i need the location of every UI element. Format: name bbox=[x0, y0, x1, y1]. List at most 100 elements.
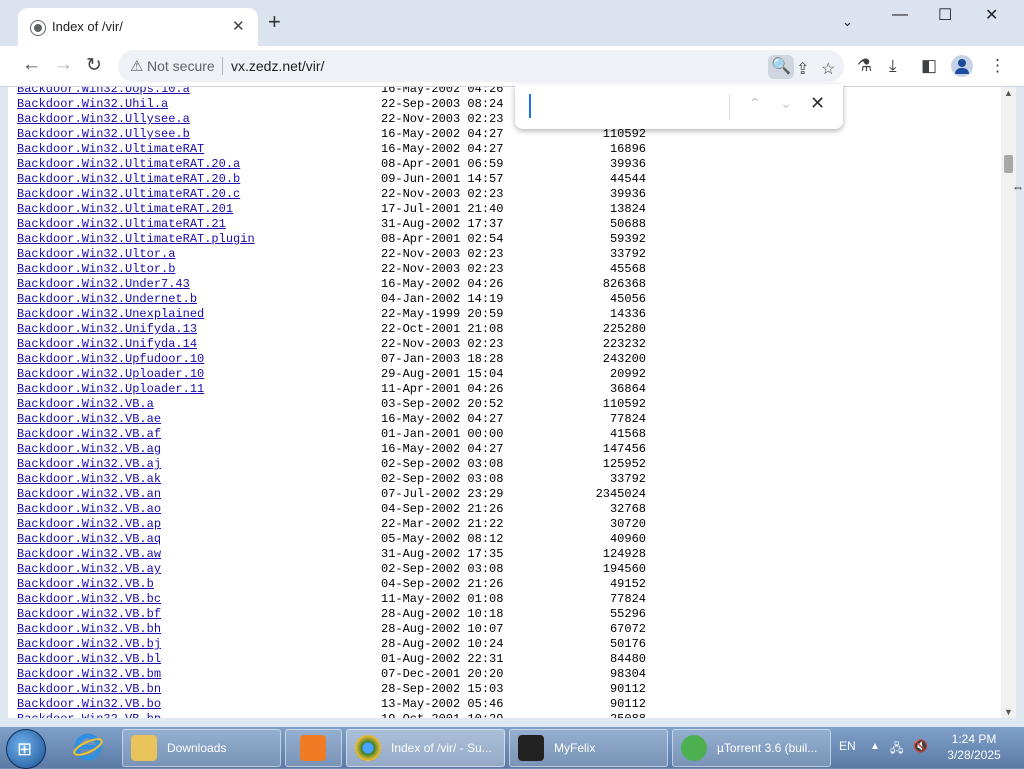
file-link[interactable]: Backdoor.Win32.Undernet.b bbox=[17, 292, 197, 307]
file-link[interactable]: Backdoor.Win32.VB.bc bbox=[17, 592, 161, 607]
file-link[interactable]: Backdoor.Win32.VB.aq bbox=[17, 532, 161, 547]
listing-row: Backdoor.Win32.Ullysee.b 16-May-2002 04:2… bbox=[17, 127, 997, 142]
file-link[interactable]: Backdoor.Win32.UltimateRAT.20.c bbox=[17, 187, 240, 202]
file-link[interactable]: Backdoor.Win32.VB.bl bbox=[17, 652, 161, 667]
file-link[interactable]: Backdoor.Win32.VB.bp bbox=[17, 712, 161, 718]
file-link[interactable]: Backdoor.Win32.VB.bf bbox=[17, 607, 161, 622]
find-divider bbox=[729, 94, 730, 120]
find-previous-icon[interactable]: ⌃ bbox=[749, 95, 761, 112]
maximize-button[interactable]: ☐ bbox=[938, 5, 952, 25]
internet-explorer-icon[interactable] bbox=[72, 731, 104, 763]
file-size: 194560 bbox=[602, 562, 646, 576]
file-link[interactable]: Backdoor.Win32.VB.aj bbox=[17, 457, 161, 472]
tray-expand-icon[interactable]: ▲ bbox=[870, 741, 880, 752]
tab-close-icon[interactable]: ✕ bbox=[232, 17, 245, 35]
file-link[interactable]: Backdoor.Win32.VB.af bbox=[17, 427, 161, 442]
taskbar-item-chrome[interactable]: Index of /vir/ - Su... bbox=[346, 729, 505, 767]
file-link[interactable]: Backdoor.Win32.VB.a bbox=[17, 397, 154, 412]
file-link[interactable]: Backdoor.Win32.Unifyda.13 bbox=[17, 322, 197, 337]
file-link[interactable]: Backdoor.Win32.Unifyda.14 bbox=[17, 337, 197, 352]
file-size: 49152 bbox=[609, 577, 646, 591]
scroll-up-arrow-icon[interactable]: ▲ bbox=[1004, 88, 1013, 98]
download-icon[interactable]: ⤓ bbox=[889, 56, 897, 76]
profile-avatar[interactable] bbox=[951, 55, 973, 77]
browser-toolbar: ← → ↻ ⚠ Not secure vx.zedz.net/vir/ 🔍 ⇪ … bbox=[0, 46, 1024, 87]
new-tab-button[interactable]: + bbox=[268, 11, 281, 33]
file-date: 07-Jan-2003 18:28 bbox=[381, 352, 504, 366]
network-icon[interactable]: 🖧 bbox=[890, 739, 903, 760]
system-clock[interactable]: 1:24 PM 3/28/2025 bbox=[944, 731, 1004, 763]
listing-row: Backdoor.Win32.Unifyda.14 22-Nov-2003 02:… bbox=[17, 337, 997, 352]
file-link[interactable]: Backdoor.Win32.VB.bo bbox=[17, 697, 161, 712]
file-link[interactable]: Backdoor.Win32.Ullysee.a bbox=[17, 112, 190, 127]
file-link[interactable]: Backdoor.Win32.UltimateRAT.21 bbox=[17, 217, 226, 232]
file-link[interactable]: Backdoor.Win32.Uhil.a bbox=[17, 97, 168, 112]
file-link[interactable]: Backdoor.Win32.Ultor.b bbox=[17, 262, 175, 277]
taskbar-item-downloads[interactable]: Downloads bbox=[122, 729, 281, 767]
tab-search-icon[interactable]: ⌄ bbox=[842, 14, 853, 30]
file-link[interactable]: Backdoor.Win32.Ullysee.b bbox=[17, 127, 190, 142]
scrollbar-thumb[interactable] bbox=[1004, 155, 1013, 173]
close-window-button[interactable]: ✕ bbox=[985, 5, 998, 25]
file-link[interactable]: Backdoor.Win32.VB.ap bbox=[17, 517, 161, 532]
address-bar[interactable]: ⚠ Not secure vx.zedz.net/vir/ 🔍 ⇪ ☆ bbox=[118, 50, 844, 82]
file-link[interactable]: Backdoor.Win32.VB.bj bbox=[17, 637, 161, 652]
file-link[interactable]: Backdoor.Win32.VB.bh bbox=[17, 622, 161, 637]
file-size: 243200 bbox=[602, 352, 646, 366]
find-input[interactable] bbox=[529, 94, 727, 118]
taskbar-item-utorrent[interactable]: µTorrent 3.6 (buil... bbox=[672, 729, 831, 767]
listing-row: Backdoor.Win32.Ultor.a 22-Nov-2003 02:23 3… bbox=[17, 247, 997, 262]
file-link[interactable]: Backdoor.Win32.UltimateRAT bbox=[17, 142, 204, 157]
file-link[interactable]: Backdoor.Win32.UltimateRAT.20.b bbox=[17, 172, 240, 187]
side-panel-icon[interactable]: ◧ bbox=[921, 56, 937, 76]
minimize-button[interactable]: — bbox=[892, 6, 908, 24]
file-link[interactable]: Backdoor.Win32.VB.bm bbox=[17, 667, 161, 682]
find-in-page-icon[interactable]: 🔍 bbox=[768, 55, 794, 79]
file-link[interactable]: Backdoor.Win32.VB.ao bbox=[17, 502, 161, 517]
taskbar-item-myfelix[interactable]: MyFelix bbox=[509, 729, 668, 767]
file-link[interactable]: Backdoor.Win32.Uops.10.a bbox=[17, 87, 190, 97]
language-indicator[interactable]: EN bbox=[839, 739, 856, 753]
start-button[interactable]: ⊞ bbox=[6, 729, 46, 769]
back-button[interactable]: ← bbox=[22, 54, 41, 76]
menu-kebab-icon[interactable]: ⋮ bbox=[989, 56, 1006, 76]
volume-muted-icon[interactable]: 🔇 bbox=[913, 739, 928, 753]
share-icon[interactable]: ⇪ bbox=[796, 59, 809, 79]
file-link[interactable]: Backdoor.Win32.VB.an bbox=[17, 487, 161, 502]
file-link[interactable]: Backdoor.Win32.UltimateRAT.20.a bbox=[17, 157, 240, 172]
file-link[interactable]: Backdoor.Win32.Uploader.10 bbox=[17, 367, 204, 382]
file-link[interactable]: Backdoor.Win32.Ultor.a bbox=[17, 247, 175, 262]
file-link[interactable]: Backdoor.Win32.VB.ak bbox=[17, 472, 161, 487]
file-link[interactable]: Backdoor.Win32.Uploader.11 bbox=[17, 382, 204, 397]
taskbar-item-media-player[interactable] bbox=[285, 729, 342, 767]
file-link[interactable]: Backdoor.Win32.Upfudoor.10 bbox=[17, 352, 204, 367]
tab-index-of-vir[interactable]: Index of /vir/ ✕ bbox=[18, 8, 258, 46]
file-link[interactable]: Backdoor.Win32.VB.b bbox=[17, 577, 154, 592]
file-link[interactable]: Backdoor.Win32.VB.ay bbox=[17, 562, 161, 577]
labs-flask-icon[interactable]: ⚗ bbox=[857, 56, 872, 76]
security-label[interactable]: Not secure bbox=[147, 58, 215, 74]
file-link[interactable]: Backdoor.Win32.Under7.43 bbox=[17, 277, 190, 292]
warning-icon[interactable]: ⚠ bbox=[130, 57, 143, 75]
listing-row: Backdoor.Win32.VB.ae 16-May-2002 04:27 778… bbox=[17, 412, 997, 427]
file-link[interactable]: Backdoor.Win32.VB.aw bbox=[17, 547, 161, 562]
file-date: 16-May-2002 04:27 bbox=[381, 442, 504, 456]
listing-row: Backdoor.Win32.VB.bj 28-Aug-2002 10:24 501… bbox=[17, 637, 997, 652]
file-link[interactable]: Backdoor.Win32.VB.ae bbox=[17, 412, 161, 427]
file-link[interactable]: Backdoor.Win32.VB.ag bbox=[17, 442, 161, 457]
file-date: 07-Dec-2001 20:20 bbox=[381, 667, 504, 681]
file-size: 826368 bbox=[602, 277, 646, 291]
file-link[interactable]: Backdoor.Win32.UltimateRAT.plugin bbox=[17, 232, 255, 247]
scroll-down-arrow-icon[interactable]: ▼ bbox=[1004, 707, 1013, 717]
file-link[interactable]: Backdoor.Win32.Unexplained bbox=[17, 307, 204, 322]
find-next-icon[interactable]: ⌄ bbox=[780, 95, 792, 112]
find-close-icon[interactable]: ✕ bbox=[810, 93, 825, 114]
forward-button[interactable]: → bbox=[54, 54, 73, 76]
file-link[interactable]: Backdoor.Win32.VB.bn bbox=[17, 682, 161, 697]
reload-button[interactable]: ↻ bbox=[86, 54, 102, 77]
bookmark-star-icon[interactable]: ☆ bbox=[821, 59, 835, 79]
file-date: 31-Aug-2002 17:37 bbox=[381, 217, 504, 231]
file-link[interactable]: Backdoor.Win32.UltimateRAT.201 bbox=[17, 202, 233, 217]
url-text[interactable]: vx.zedz.net/vir/ bbox=[231, 58, 324, 74]
file-date: 16-May-2002 04:27 bbox=[381, 142, 504, 156]
